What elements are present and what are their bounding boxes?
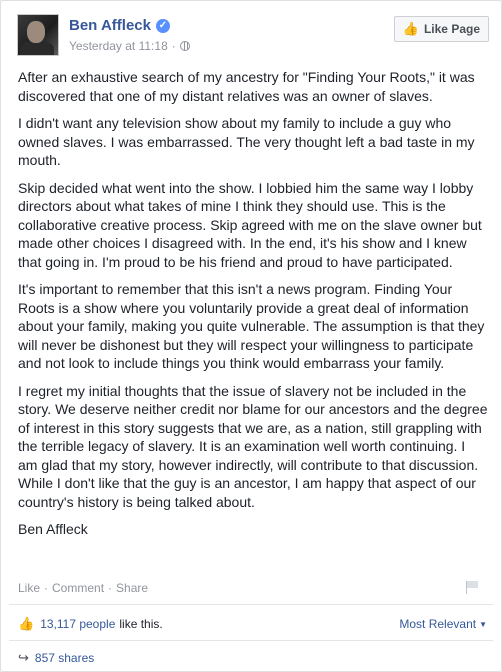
flag-cloth	[467, 581, 478, 588]
post-paragraph: I regret my initial thoughts that the is…	[18, 382, 488, 510]
post-header: Ben Affleck ✓ Yesterday at 11:18 · 👍 Lik…	[13, 12, 489, 62]
comment-sort-dropdown[interactable]: Most Relevant ▼	[399, 617, 487, 631]
like-page-button[interactable]: 👍 Like Page	[393, 16, 489, 42]
shares-summary[interactable]: ↪ 857 shares	[18, 649, 94, 667]
post-actions: Like · Comment · Share	[18, 581, 148, 595]
share-button[interactable]: Share	[116, 581, 148, 595]
author-name[interactable]: Ben Affleck	[69, 17, 151, 34]
sort-label: Most Relevant	[399, 617, 477, 631]
meta-separator: ·	[171, 39, 176, 53]
likes-count-link[interactable]: 13,117 people	[40, 617, 115, 631]
likes-summary: 👍 13,117 people like this. Most Relevant…	[18, 615, 487, 633]
like-button[interactable]: Like	[18, 581, 40, 595]
chevron-down-icon: ▼	[479, 619, 487, 629]
divider	[9, 640, 493, 641]
post-paragraph: It's important to remember that this isn…	[18, 281, 485, 371]
post-body: After an exhaustive search of my ancestr…	[18, 68, 488, 548]
comment-button[interactable]: Comment	[52, 581, 104, 595]
post-card: Ben Affleck ✓ Yesterday at 11:18 · 👍 Lik…	[0, 0, 502, 672]
post-paragraph: I didn't want any television show about …	[18, 115, 475, 168]
like-page-label: Like Page	[423, 22, 480, 36]
post-paragraph: Skip decided what went into the show. I …	[18, 179, 482, 270]
post-meta: Yesterday at 11:18 ·	[69, 39, 190, 53]
post-signature: Ben Affleck	[18, 521, 88, 537]
likes-suffix: like this.	[119, 617, 163, 631]
like-count-icon: 👍	[18, 616, 35, 631]
divider	[9, 604, 493, 605]
flag-icon[interactable]	[465, 581, 479, 594]
author-line: Ben Affleck ✓	[69, 17, 170, 34]
thumbs-up-icon: 👍	[402, 21, 419, 36]
timestamp[interactable]: Yesterday at 11:18	[69, 39, 168, 53]
globe-icon[interactable]	[179, 41, 190, 51]
action-separator: ·	[108, 581, 113, 595]
action-separator: ·	[44, 581, 49, 595]
post-paragraph: After an exhaustive search of my ancestr…	[18, 69, 475, 104]
share-icon: ↪	[18, 650, 29, 665]
avatar[interactable]	[17, 14, 59, 56]
shares-count: 857 shares	[34, 651, 95, 665]
verified-badge-icon: ✓	[155, 18, 170, 33]
avatar-face	[27, 21, 45, 43]
avatar-shoulders	[20, 41, 54, 55]
